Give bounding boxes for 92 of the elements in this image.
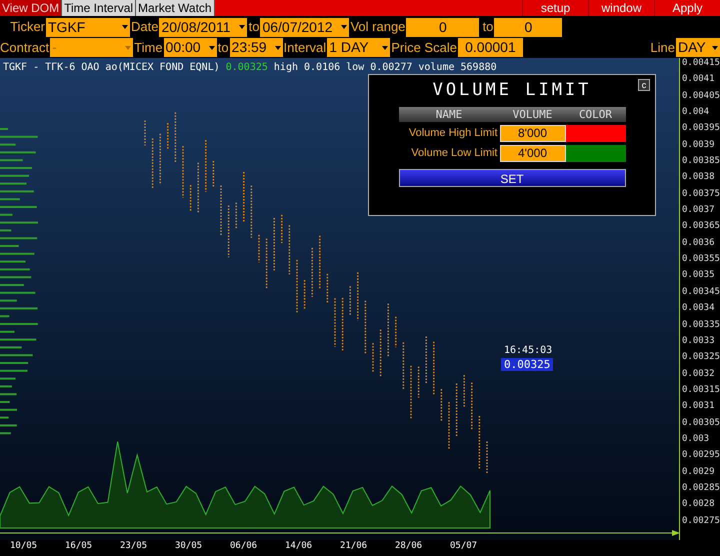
field-label: Time (134, 38, 164, 57)
y-axis-label: 0.00295 (681, 450, 720, 462)
menu-action[interactable]: window (588, 0, 654, 16)
y-axis-label: 0.00365 (681, 221, 720, 232)
y-axis-label: 0.0029 (681, 466, 716, 478)
y-axis-label: 0.0034 (681, 303, 716, 314)
low-price: low 0.00277 (346, 61, 412, 75)
cursor-time: 16:45:03 (504, 344, 552, 358)
dropdown[interactable]: TGKF (46, 18, 130, 36)
menu-tab[interactable]: View DOM (0, 0, 62, 16)
y-axis-label: 0.0033 (681, 336, 716, 347)
x-axis-label: 28/06 (395, 540, 424, 553)
y-axis-label: 0.0032 (681, 368, 716, 380)
x-axis-label: 30/05 (175, 540, 204, 553)
y-axis-label: 0.0041 (681, 74, 716, 86)
dropdown[interactable]: DAY (676, 38, 720, 57)
field-label: Line (650, 38, 676, 57)
field-label: Date (131, 18, 160, 36)
field-label: to (218, 38, 230, 57)
field-label: Price Scale (391, 38, 458, 57)
y-axis-label: 0.00415 (681, 58, 720, 69)
menu-action[interactable]: Apply (654, 0, 720, 16)
field-label: Interval (284, 38, 328, 57)
caret-icon (122, 25, 128, 29)
y-axis-label: 0.00345 (681, 286, 720, 298)
x-axis-label: 14/06 (285, 540, 314, 553)
menu-tab[interactable]: Market Watch (136, 0, 215, 16)
y-axis-label: 0.0039 (681, 140, 716, 151)
field-label: Contract (0, 38, 50, 57)
cursor-price-label: 0.00325 (501, 358, 554, 371)
input-field[interactable]: 0 (406, 18, 480, 36)
caret-icon (239, 25, 246, 29)
volume-input[interactable]: 4'000 (500, 145, 566, 162)
set-button[interactable]: SET (398, 169, 626, 187)
y-axis-label: 0.00405 (681, 90, 720, 102)
y-axis-label: 0.0036 (681, 238, 716, 249)
field-label: to (248, 18, 260, 36)
menu-action[interactable]: setup (522, 0, 588, 16)
dropdown[interactable]: 1 DAY (327, 38, 390, 57)
y-axis-label: 0.003 (681, 434, 710, 445)
y-axis-label: 0.00315 (681, 384, 720, 396)
limit-name: Volume High Limit (408, 126, 498, 142)
high-price: high 0.0106 (274, 61, 340, 75)
y-axis-label: 0.0028 (681, 499, 716, 510)
caret-icon (712, 46, 718, 50)
y-axis-label: 0.00355 (681, 254, 720, 266)
y-axis-label: 0.0031 (681, 401, 716, 412)
field-label: to (482, 18, 494, 36)
last-price: 0.00325 (226, 61, 268, 75)
caret-icon (208, 46, 215, 50)
y-axis-label: 0.00275 (681, 516, 720, 527)
y-axis-label: 0.00395 (681, 123, 720, 134)
limit-name: Volume Low Limit (410, 146, 498, 162)
close-button[interactable]: c (638, 79, 650, 91)
y-axis-label: 0.0037 (681, 205, 716, 216)
dropdown[interactable]: 23:59 (230, 38, 283, 57)
menu-tab[interactable]: Time Interval (62, 0, 136, 16)
field-label: Ticker (9, 18, 46, 36)
instrument-name: TGKF - ТГК-6 ОАО ао(MICEX FOND EQNL) (3, 61, 220, 75)
volume-input[interactable]: 8'000 (500, 125, 566, 142)
y-axis-label: 0.0038 (681, 172, 716, 184)
column-header: VOLUME (512, 107, 554, 122)
input-field[interactable]: 0.00001 (458, 38, 523, 57)
color-swatch[interactable] (566, 125, 626, 142)
caret-icon (341, 25, 348, 29)
y-axis-label: 0.004 (681, 107, 710, 118)
caret-icon (125, 46, 132, 50)
dialog-title: VOLUME LIMIT (432, 79, 592, 102)
color-swatch[interactable] (566, 145, 626, 162)
field-label: Vol range (350, 18, 406, 36)
dropdown[interactable]: 20/08/2011 (159, 18, 248, 36)
caret-icon (274, 46, 281, 50)
x-axis-label: 05/07 (450, 540, 478, 553)
y-axis-label: 0.0035 (681, 270, 716, 282)
column-header: NAME (434, 107, 464, 122)
x-axis-label: 16/05 (65, 540, 94, 553)
x-axis-label: 21/06 (340, 540, 368, 553)
x-axis-label: 23/05 (120, 540, 148, 553)
x-axis-label: 10/05 (10, 540, 38, 553)
column-header: COLOR (578, 107, 614, 122)
y-axis-label: 0.00385 (681, 156, 720, 168)
input-field[interactable]: 0 (494, 18, 562, 36)
x-axis-label: 06/06 (230, 540, 258, 553)
y-axis-label: 0.00325 (681, 352, 720, 364)
y-axis-label: 0.00285 (681, 482, 720, 494)
volume-total: volume 569880 (418, 61, 497, 75)
y-axis-label: 0.00335 (681, 320, 720, 330)
caret-icon (382, 46, 388, 50)
y-axis-label: 0.00305 (681, 418, 720, 429)
y-axis-label: 0.00375 (681, 188, 720, 200)
dropdown[interactable]: 00:00 (164, 38, 217, 57)
dropdown[interactable]: 06/07/2012 (260, 18, 350, 36)
